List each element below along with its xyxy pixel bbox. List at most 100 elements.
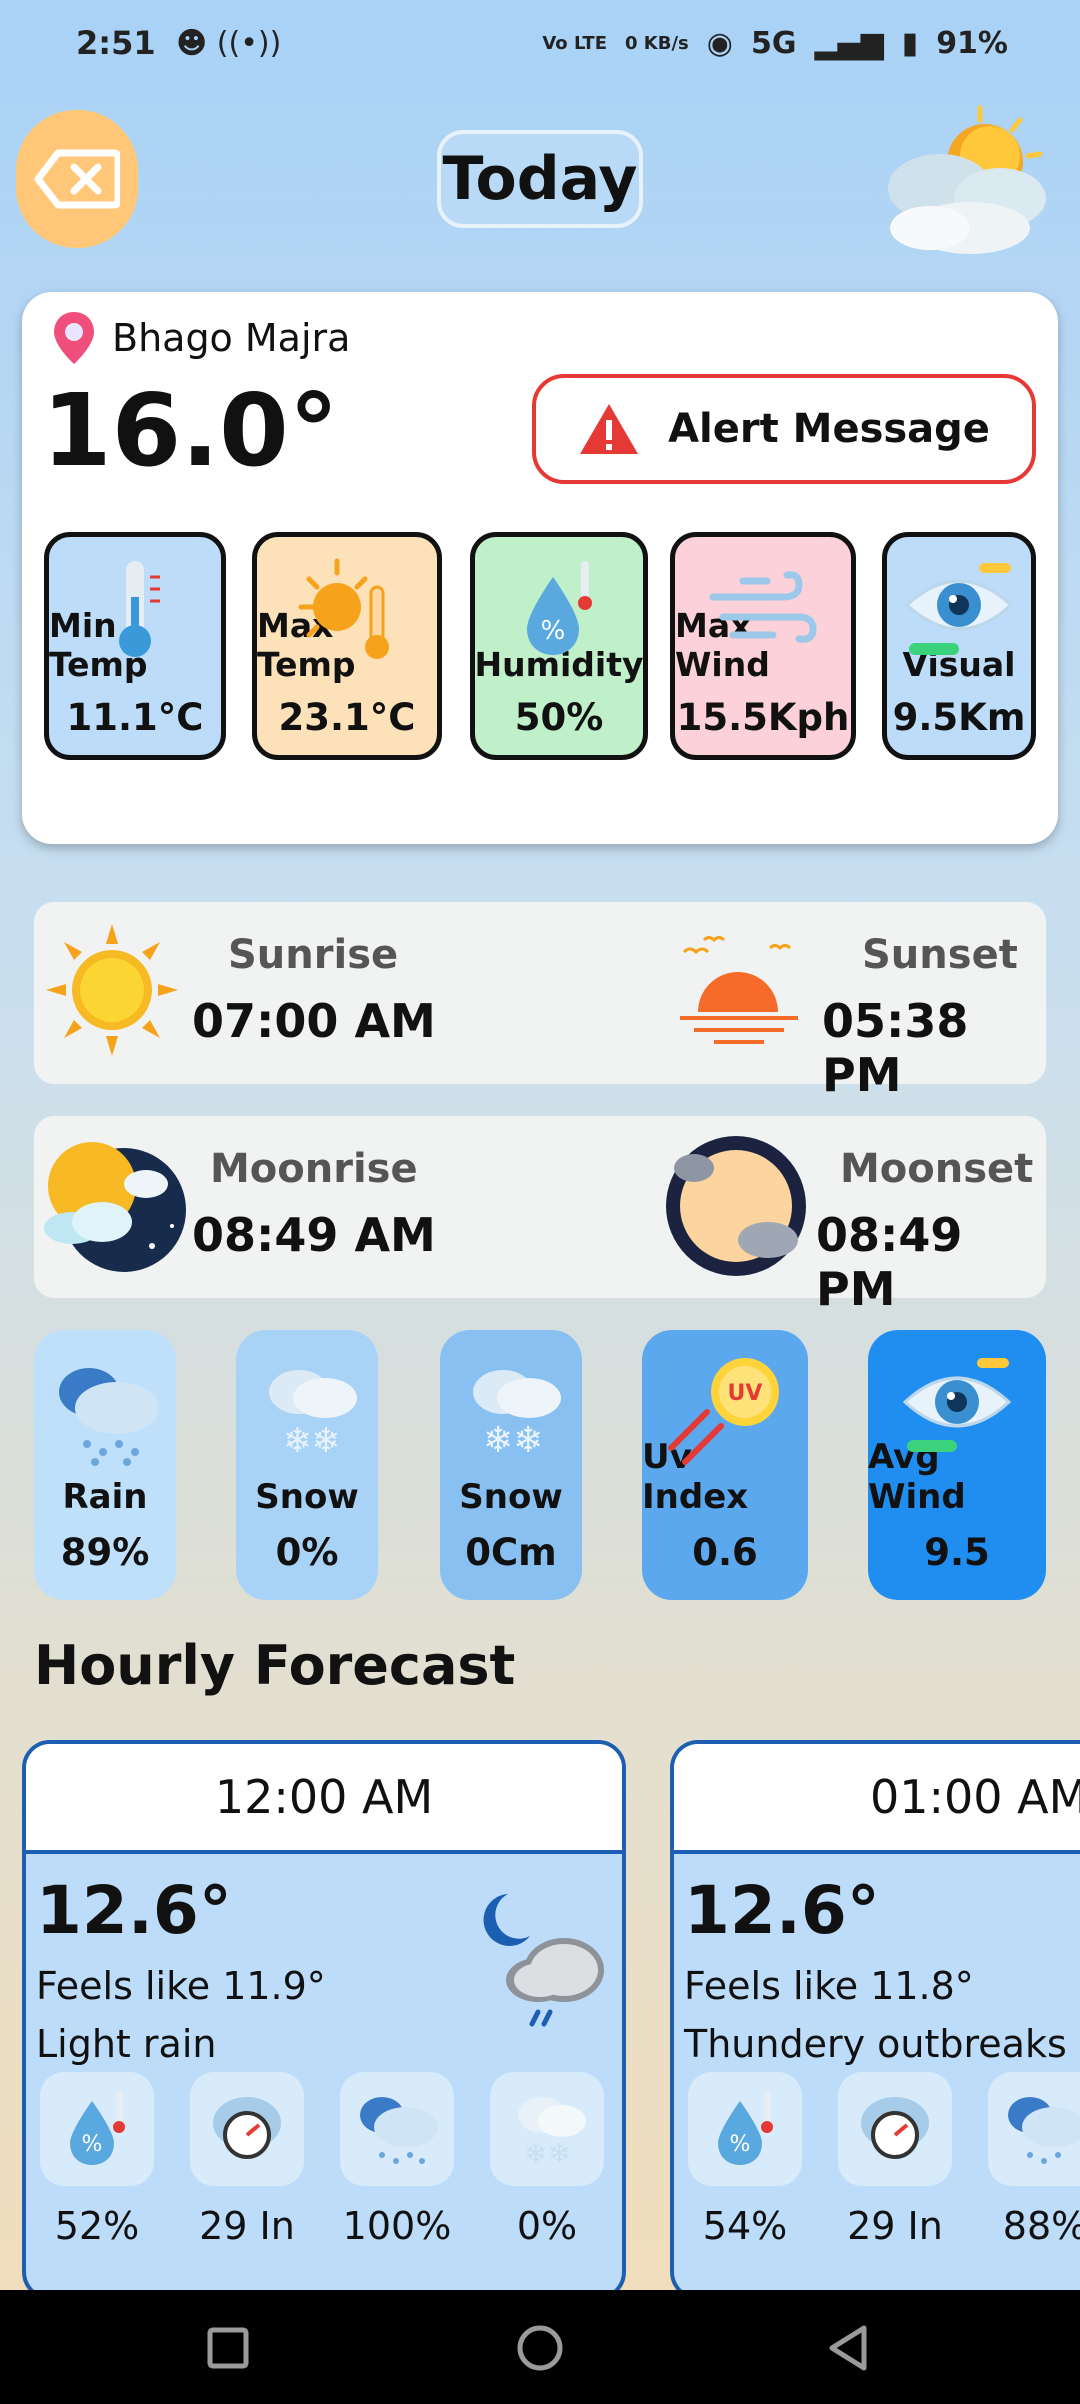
- rain-cloud-icon: [1008, 2097, 1080, 2164]
- notification-icon: ☻ ((•)): [176, 26, 282, 61]
- wind-icon: [709, 571, 817, 643]
- sun-thermometer-icon: [298, 558, 389, 659]
- pressure-gauge-icon: [213, 2097, 281, 2159]
- stat-min-temp: Min Temp 11.1°C: [44, 532, 226, 760]
- hourly-card[interactable]: 12:00 AM 12.6° Feels like 11.9° Light ra…: [22, 1740, 626, 2300]
- page-title: Today: [437, 130, 643, 228]
- tile-value: 0.6: [692, 1531, 758, 1574]
- svg-text:%: %: [730, 2132, 751, 2157]
- tile-value: 89%: [60, 1531, 150, 1574]
- hourly-humidity: 54%: [702, 2204, 788, 2248]
- tile-snow-chance: ❄❄ Snow 0%: [236, 1330, 378, 1600]
- stat-visibility: Visual 9.5Km: [882, 532, 1036, 760]
- sunrise-label: Sunrise: [228, 932, 399, 978]
- tile-uv-index: UV Uv Index 0.6: [642, 1330, 808, 1600]
- hourly-feels-like: Feels like 11.9°: [36, 1964, 326, 2008]
- rain-icon-box: [988, 2072, 1080, 2186]
- hourly-card[interactable]: 01:00 AM 12.6° Feels like 11.8° Thundery…: [670, 1740, 1080, 2300]
- humidity-drop-icon: %: [70, 2091, 125, 2165]
- weather-partly-cloudy-icon: [870, 98, 1060, 258]
- tile-label: Rain: [62, 1477, 148, 1517]
- location-pin-icon: [54, 312, 94, 364]
- svg-text:❄❄: ❄❄: [483, 1420, 543, 1461]
- humidity-drop-icon: %: [527, 561, 592, 655]
- humidity-drop-icon: %: [718, 2091, 773, 2165]
- battery-level: 91%: [936, 26, 1008, 61]
- pressure-icon-box: [190, 2072, 304, 2186]
- snow-cloud-icon: ❄❄: [269, 1370, 357, 1461]
- status-right: Vo LTE 0 KB/s ◉ 5G ▂▄▆ ▮ 91%: [542, 26, 1008, 61]
- uv-sun-icon: UV: [668, 1358, 779, 1465]
- stat-max-wind: Max Wind 15.5Kph: [670, 532, 856, 760]
- hourly-rain-chance: 100%: [342, 2204, 452, 2248]
- snow-cloud-icon: ❄❄: [518, 2097, 586, 2169]
- moon-times-card: Moonrise 08:49 AM Moonset 08:49 PM: [34, 1116, 1046, 1316]
- moonrise-time: 08:49 AM: [192, 1208, 436, 1262]
- sunrise-time: 07:00 AM: [192, 994, 436, 1048]
- stat-max-temp: Max Temp 23.1°C: [252, 532, 442, 760]
- hourly-humidity: 52%: [54, 2204, 140, 2248]
- tile-snow-depth: ❄❄ Snow 0Cm: [440, 1330, 582, 1600]
- back-button[interactable]: [16, 110, 138, 248]
- hourly-condition: Light rain: [36, 2022, 217, 2066]
- humidity-icon-box: %: [688, 2072, 802, 2186]
- rain-cloud-icon: [59, 1368, 159, 1466]
- network-type: 5G: [750, 26, 797, 61]
- stat-value: 15.5Kph: [676, 696, 850, 739]
- stat-humidity: % Humidity 50%: [470, 532, 648, 760]
- hotspot-icon: ◉: [706, 26, 733, 61]
- hourly-temp: 12.6°: [36, 1872, 232, 1949]
- svg-text:%: %: [82, 2132, 103, 2157]
- stat-value: 9.5Km: [892, 696, 1026, 739]
- svg-text:%: %: [541, 616, 566, 646]
- svg-text:UV: UV: [728, 1381, 763, 1406]
- eye-icon: [904, 563, 1014, 655]
- hourly-feels-like: Feels like 11.8°: [684, 1964, 974, 2008]
- current-temperature: 16.0°: [42, 372, 339, 489]
- pressure-icon-box: [838, 2072, 952, 2186]
- snow-icon-box: ❄❄: [490, 2072, 604, 2186]
- stat-value: 23.1°C: [278, 696, 416, 739]
- warning-icon: [580, 404, 639, 454]
- sunset-time: 05:38 PM: [822, 994, 969, 1102]
- tile-label: Snow: [255, 1477, 359, 1517]
- status-time: 2:51: [76, 24, 156, 62]
- status-bar: 2:51 ☻ ((•)) Vo LTE 0 KB/s ◉ 5G ▂▄▆ ▮ 91…: [0, 0, 1080, 90]
- tile-value: 0Cm: [465, 1531, 557, 1574]
- volte-icon: Vo LTE: [542, 33, 608, 54]
- svg-text:❄❄: ❄❄: [283, 1421, 340, 1461]
- location-name: Bhago Majra: [112, 316, 351, 360]
- recents-icon[interactable]: [206, 2326, 250, 2370]
- hourly-condition: Thundery outbreaks: [684, 2022, 1067, 2066]
- battery-icon: ▮: [901, 26, 919, 61]
- svg-text:❄❄: ❄❄: [524, 2137, 571, 2169]
- snow-cloud-icon: ❄❄: [473, 1370, 561, 1461]
- sunset-icon: [680, 936, 798, 1044]
- eye-icon: [902, 1358, 1012, 1452]
- home-icon[interactable]: [516, 2324, 564, 2372]
- hourly-pressure: 29 In: [199, 2204, 295, 2248]
- moonset-label: Moonset: [840, 1146, 1034, 1192]
- tile-label: Snow: [459, 1477, 563, 1517]
- signal-icon: ▂▄▆: [814, 26, 884, 61]
- rain-icon-box: [340, 2072, 454, 2186]
- hourly-forecast-title: Hourly Forecast: [34, 1634, 516, 1697]
- humidity-icon-box: %: [40, 2072, 154, 2186]
- tile-avg-wind: Avg Wind 9.5: [868, 1330, 1046, 1600]
- tile-value: 0%: [275, 1531, 339, 1574]
- hourly-time: 01:00 AM: [674, 1744, 1080, 1854]
- back-nav-icon[interactable]: [826, 2324, 870, 2372]
- night-rain-icon: [483, 1894, 604, 2027]
- location[interactable]: Bhago Majra: [52, 310, 350, 366]
- moonset-time: 08:49 PM: [816, 1208, 963, 1316]
- alert-message-button[interactable]: Alert Message: [532, 374, 1036, 484]
- sun-times-card: Sunrise 07:00 AM Sunset 05:38 PM: [34, 902, 1046, 1102]
- hourly-rain-chance: 88%: [1002, 2204, 1080, 2248]
- stat-value: 11.1°C: [66, 696, 204, 739]
- rain-cloud-icon: [360, 2097, 438, 2164]
- moonrise-label: Moonrise: [210, 1146, 418, 1192]
- backspace-icon: [34, 149, 120, 209]
- moonrise-icon: [44, 1142, 186, 1272]
- hourly-temp: 12.6°: [684, 1872, 880, 1949]
- sun-icon: [46, 924, 178, 1056]
